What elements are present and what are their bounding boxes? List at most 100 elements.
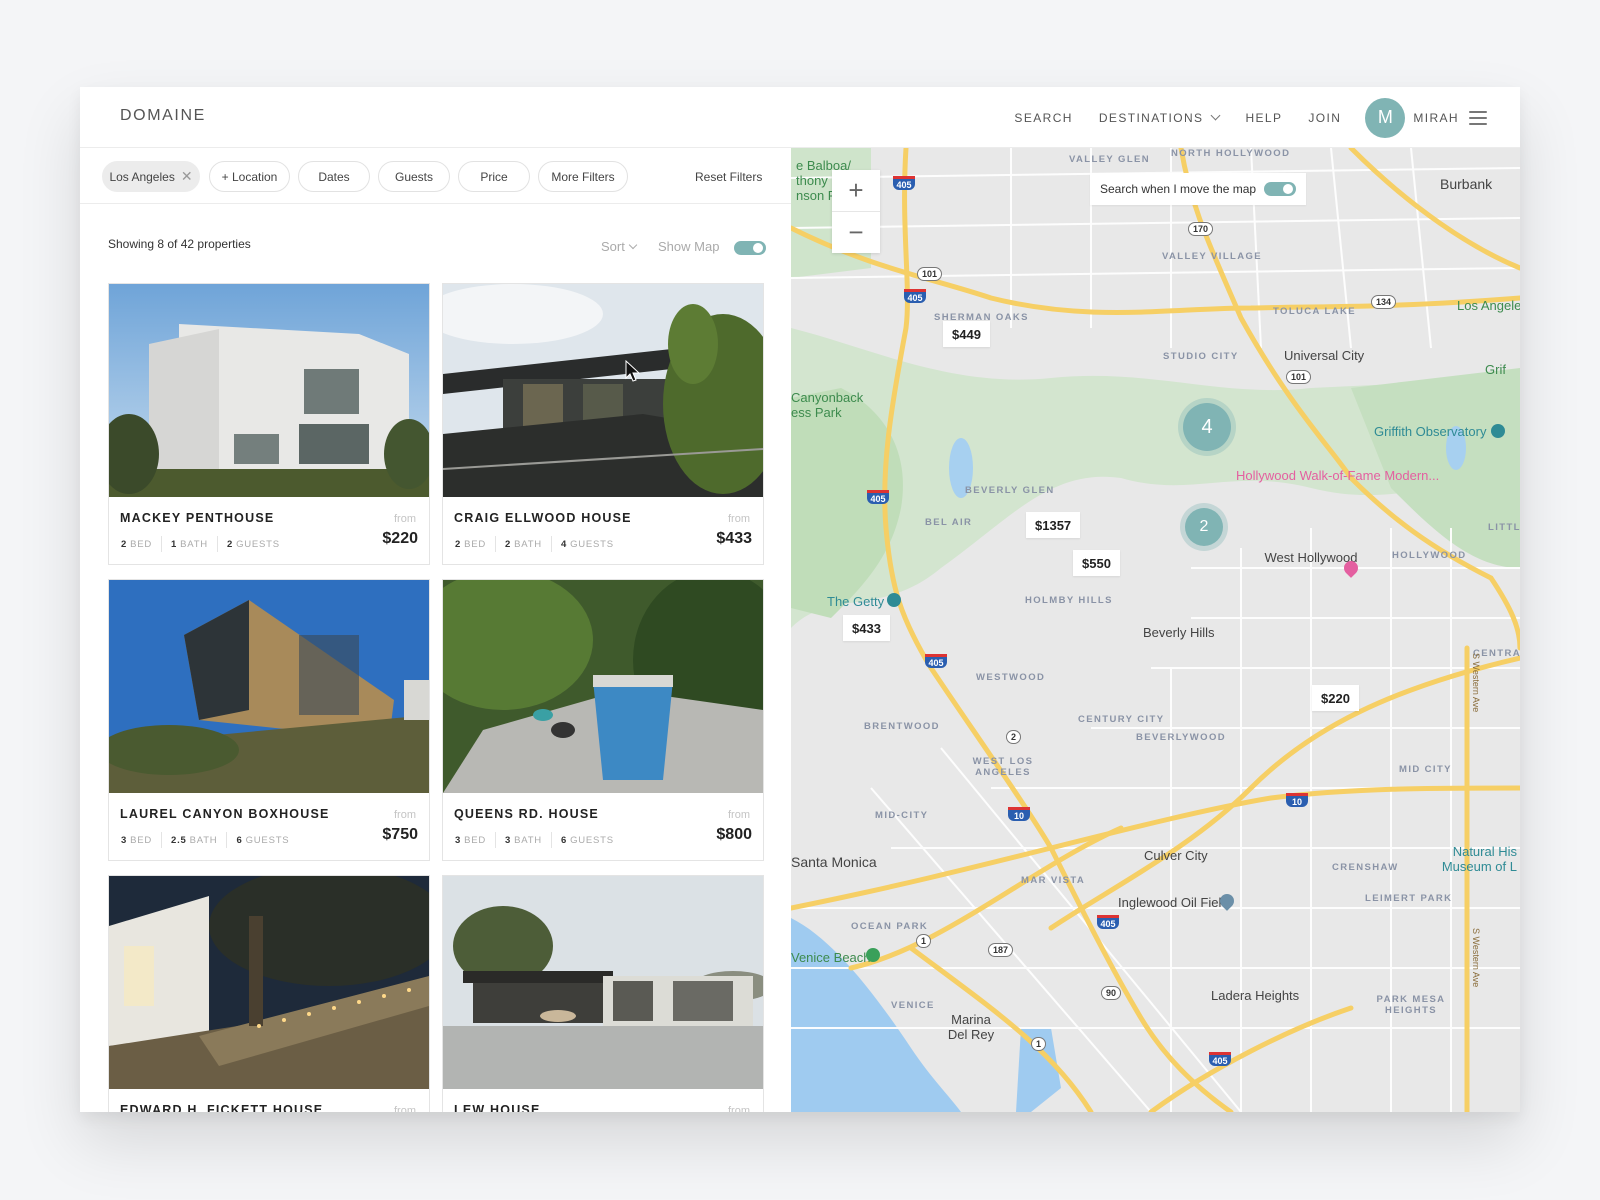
map-label-neighborhood: BEVERLY GLEN <box>965 485 1055 496</box>
interstate-shield-icon: 405 <box>904 289 926 303</box>
map-label-city: Burbank <box>1440 176 1493 192</box>
listing-specs: 2 BED 1 BATH 2 GUESTS <box>121 536 280 552</box>
guest-count: 4 <box>560 538 568 550</box>
map-label-neighborhood: NORTH HOLLYWOOD <box>1171 148 1291 159</box>
map-label-neighborhood: OCEAN PARK <box>851 921 929 932</box>
map-label-neighborhood: BRENTWOOD <box>864 721 940 732</box>
listing-card[interactable]: MACKEY PENTHOUSE from $220 2 BED 1 BATH 2G… <box>108 283 430 565</box>
bath-count: 2 <box>505 538 512 550</box>
hamburger-menu-icon[interactable] <box>1469 110 1487 125</box>
reset-filters-button[interactable]: Reset Filters <box>695 170 762 184</box>
map-label-city: Santa Monica <box>791 854 877 870</box>
nav-help[interactable]: HELP <box>1245 111 1282 125</box>
highway-shield-icon: 134 <box>1371 295 1397 309</box>
nav-join[interactable]: JOIN <box>1308 111 1341 125</box>
sort-label: Sort <box>601 239 625 254</box>
map-price-pin[interactable]: $1357 <box>1026 512 1081 538</box>
nav-menu: SEARCH DESTINATIONS HELP JOIN M MIRAH <box>988 87 1487 148</box>
results-bar: Showing 8 of 42 properties Sort Show Map <box>80 204 791 274</box>
map-cluster[interactable]: 4 <box>1183 403 1231 451</box>
chevron-down-icon <box>628 240 638 249</box>
map-label-neighborhood: HOLMBY HILLS <box>1025 595 1113 606</box>
search-on-move-control: Search when I move the map <box>1090 173 1307 205</box>
map-view[interactable]: e Balboa/thony C. nson P VALLEY GLEN NORT… <box>791 148 1520 1112</box>
bath-label: BATH <box>514 834 542 846</box>
filter-dates-button[interactable]: Dates <box>298 161 370 192</box>
listing-card[interactable]: EDWARD H. FICKETT HOUSE from <box>108 875 430 1112</box>
bed-label: BED <box>130 834 153 846</box>
divider <box>550 536 552 552</box>
listing-photo[interactable] <box>109 876 429 1089</box>
nav-search-label: SEARCH <box>1014 110 1073 125</box>
nav-help-label: HELP <box>1245 110 1283 125</box>
guests-label: GUESTS <box>245 834 290 846</box>
listing-price: $800 <box>716 826 752 843</box>
divider <box>161 536 163 552</box>
listing-photo[interactable] <box>443 284 763 497</box>
user-name[interactable]: MIRAH <box>1413 111 1459 125</box>
logo[interactable]: DOMAINE <box>120 107 206 125</box>
map-label-city: Culver City <box>1144 848 1208 863</box>
filter-price-button[interactable]: Price <box>458 161 530 192</box>
show-map-toggle[interactable] <box>734 241 766 255</box>
mouse-cursor-icon <box>625 360 641 382</box>
interstate-shield-icon: 10 <box>1286 793 1308 807</box>
map-price-pin[interactable]: $550 <box>1073 550 1120 576</box>
bath-label: BATH <box>514 538 542 550</box>
search-on-move-toggle[interactable] <box>1264 182 1297 196</box>
listing-card[interactable]: CRAIG ELLWOOD HOUSE from $433 2 BED 2 BATH… <box>442 283 764 565</box>
guest-count: 6 <box>236 834 243 846</box>
map-label-street: S Western Ave <box>1471 653 1481 713</box>
avatar[interactable]: M <box>1365 97 1406 138</box>
nav-join-label: JOIN <box>1308 110 1342 125</box>
bed-label: BED <box>464 834 487 846</box>
sort-dropdown[interactable]: Sort <box>601 239 638 254</box>
listing-card[interactable]: QUEENS RD. HOUSE from $800 3 BED 3 BATH 6G… <box>442 579 764 861</box>
observatory-marker-icon[interactable] <box>1491 424 1505 438</box>
filter-location-button[interactable]: + Location <box>209 161 290 192</box>
close-icon[interactable]: ✕ <box>181 168 193 185</box>
map-cluster[interactable]: 2 <box>1185 508 1223 546</box>
listing-photo[interactable] <box>109 580 429 793</box>
nav-destinations[interactable]: DESTINATIONS <box>1099 110 1221 125</box>
divider <box>216 536 218 552</box>
highway-shield-icon: 2 <box>1006 730 1022 744</box>
zoom-in-button[interactable]: + <box>832 170 880 211</box>
map-price-pin[interactable]: $433 <box>843 615 890 641</box>
interstate-shield-icon: 405 <box>1209 1052 1231 1066</box>
map-label-neighborhood: HOLLYWOOD <box>1392 550 1467 561</box>
highway-shield-icon: 1 <box>1031 1037 1047 1051</box>
map-label-street: S Western Ave <box>1471 928 1481 988</box>
map-label-neighborhood: WESTWOOD <box>976 672 1046 683</box>
map-label-neighborhood: VALLEY VILLAGE <box>1162 251 1263 262</box>
listing-card[interactable]: LAUREL CANYON BOXHOUSE from $750 3 BED 2.… <box>108 579 430 861</box>
listing-price: $750 <box>382 826 418 843</box>
listing-photo[interactable] <box>443 580 763 793</box>
listing-from-label: from <box>728 809 750 821</box>
filter-chip-los-angeles[interactable]: Los Angeles ✕ <box>102 161 200 192</box>
listing-photo[interactable] <box>443 876 763 1089</box>
map-label-neighborhood: CRENSHAW <box>1332 862 1399 873</box>
guest-count: 2 <box>226 538 234 550</box>
map-label-neighborhood: STUDIO CITY <box>1163 351 1239 362</box>
zoom-out-button[interactable]: − <box>832 211 880 252</box>
map-label-park: Canyonback ess Park <box>791 390 864 420</box>
chevron-down-icon <box>1210 110 1221 121</box>
beach-marker-icon[interactable] <box>866 948 880 962</box>
listing-from-label: from <box>728 513 750 525</box>
bed-label: BED <box>464 538 487 550</box>
map-price-pin[interactable]: $220 <box>1312 685 1359 711</box>
nav-search[interactable]: SEARCH <box>1014 111 1072 125</box>
bath-label: BATH <box>180 538 208 550</box>
filter-more-button[interactable]: More Filters <box>538 161 628 192</box>
listing-specs: 3 BED 2.5 BATH 6 GUESTS <box>121 832 289 848</box>
museum-marker-icon[interactable] <box>887 593 901 607</box>
map-label-city: Universal City <box>1284 348 1365 363</box>
interstate-shield-icon: 10 <box>1008 807 1030 821</box>
listing-photo[interactable] <box>109 284 429 497</box>
listing-title: QUEENS RD. HOUSE <box>454 807 599 821</box>
highway-shield-icon: 101 <box>1286 370 1312 384</box>
map-price-pin[interactable]: $449 <box>943 321 990 347</box>
filter-guests-button[interactable]: Guests <box>378 161 450 192</box>
listing-card[interactable]: LEW HOUSE from <box>442 875 764 1112</box>
